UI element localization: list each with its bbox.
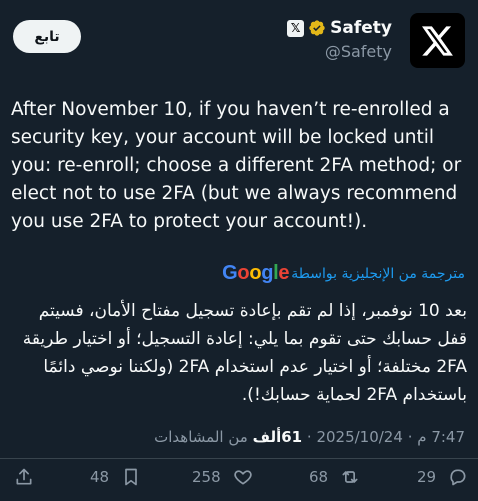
reply-button[interactable]: 29 [417,467,468,487]
like-count: 258 [192,468,221,486]
bookmark-count: 48 [90,468,110,486]
verified-badge-icon [309,20,325,36]
author-info[interactable]: 𝕏 Safety @Safety [287,18,392,61]
google-logo: Google [222,262,290,284]
meta-separator: · [306,428,312,446]
repost-button[interactable]: 68 [309,467,360,487]
x-affiliate-badge-icon: 𝕏 [287,19,305,37]
tweet-text: After November 10, if you haven’t re-enr… [11,99,462,232]
repost-count: 68 [309,468,329,486]
share-button[interactable] [14,467,34,487]
follow-button[interactable]: تابع [13,20,81,53]
like-button[interactable]: 258 [192,467,253,487]
tweet-meta: 7:47 م · 2025/10/24 · 61ألف من المشاهدات [154,428,465,446]
bookmark-button[interactable]: 48 [90,467,141,487]
bookmark-icon [125,468,137,486]
tweet-date[interactable]: 2025/10/24 [316,428,402,446]
views-count: 61ألف [252,428,303,446]
share-icon [16,468,32,485]
author-name-row: 𝕏 Safety [287,18,392,38]
translated-text: بعد 10 نوفمبر، إذا لم تقم بإعادة تسجيل م… [22,301,467,405]
x-logo-icon [421,25,453,56]
translated-by-label: مترجمة من الإنجليزية بواسطة [291,265,465,282]
reply-count: 29 [417,468,437,486]
meta-separator: · [407,428,413,446]
translated-by-google[interactable]: Google مترجمة من الإنجليزية بواسطة [222,262,465,285]
tweet-action-bar: 48 258 68 29 [0,458,478,501]
heart-icon [233,470,252,485]
views-label: من المشاهدات [154,428,248,446]
tweet-time[interactable]: 7:47 م [417,428,465,446]
repost-icon [342,471,358,483]
author-avatar[interactable] [410,13,465,68]
author-handle[interactable]: @Safety [325,42,392,61]
author-display-name[interactable]: Safety [330,18,392,38]
reply-icon [450,469,466,486]
